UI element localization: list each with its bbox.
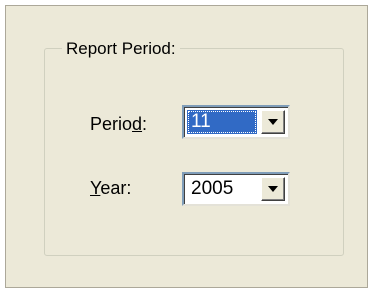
period-label: Period: <box>90 113 147 135</box>
year-label-suffix: ear: <box>100 178 132 198</box>
period-select-value[interactable]: 11 <box>187 110 257 134</box>
year-label: Year: <box>90 177 131 199</box>
report-period-group <box>44 48 344 256</box>
chevron-down-icon <box>268 119 278 125</box>
period-label-text: Perio <box>90 114 133 134</box>
report-period-group-title: Report Period: <box>62 39 180 59</box>
year-label-mnemonic: Y <box>90 178 101 198</box>
period-label-suffix: : <box>142 114 148 134</box>
period-label-mnemonic: d <box>132 114 143 134</box>
year-dropdown-button[interactable] <box>261 177 285 201</box>
chevron-down-icon <box>268 186 278 192</box>
period-dropdown-button[interactable] <box>261 110 285 134</box>
year-select[interactable]: 2005 <box>182 172 290 206</box>
year-select-value[interactable]: 2005 <box>187 177 237 201</box>
period-select[interactable]: 11 <box>182 105 290 139</box>
dialog-panel: Report Period: Period: 11 Year: 2005 <box>5 5 368 288</box>
